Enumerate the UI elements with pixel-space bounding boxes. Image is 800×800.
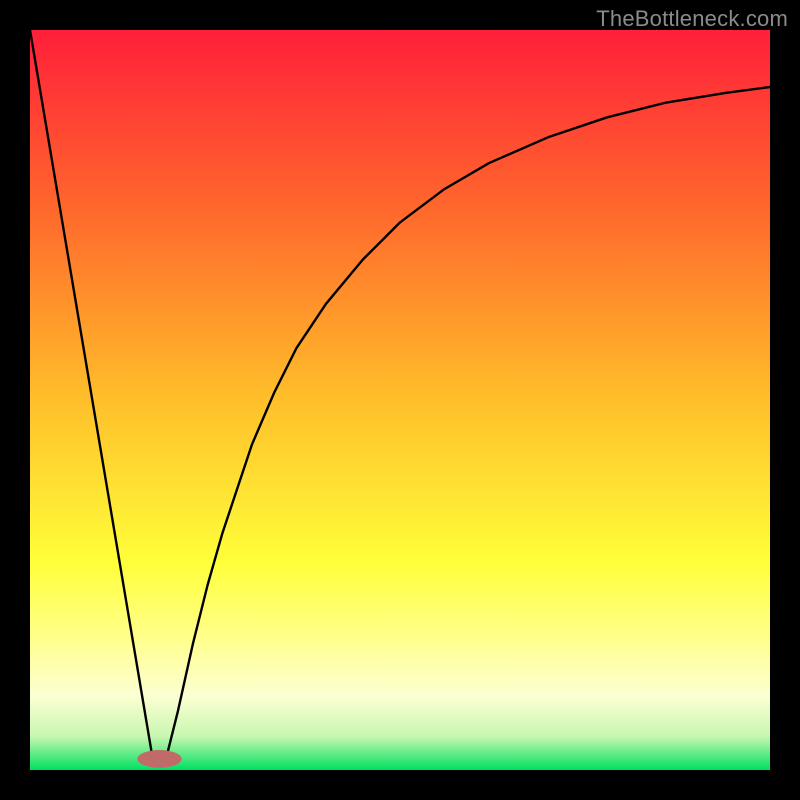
chart-frame: TheBottleneck.com <box>0 0 800 800</box>
bottleneck-marker <box>137 750 181 768</box>
gradient-background <box>30 30 770 770</box>
watermark-label: TheBottleneck.com <box>596 6 788 32</box>
bottleneck-chart <box>30 30 770 770</box>
